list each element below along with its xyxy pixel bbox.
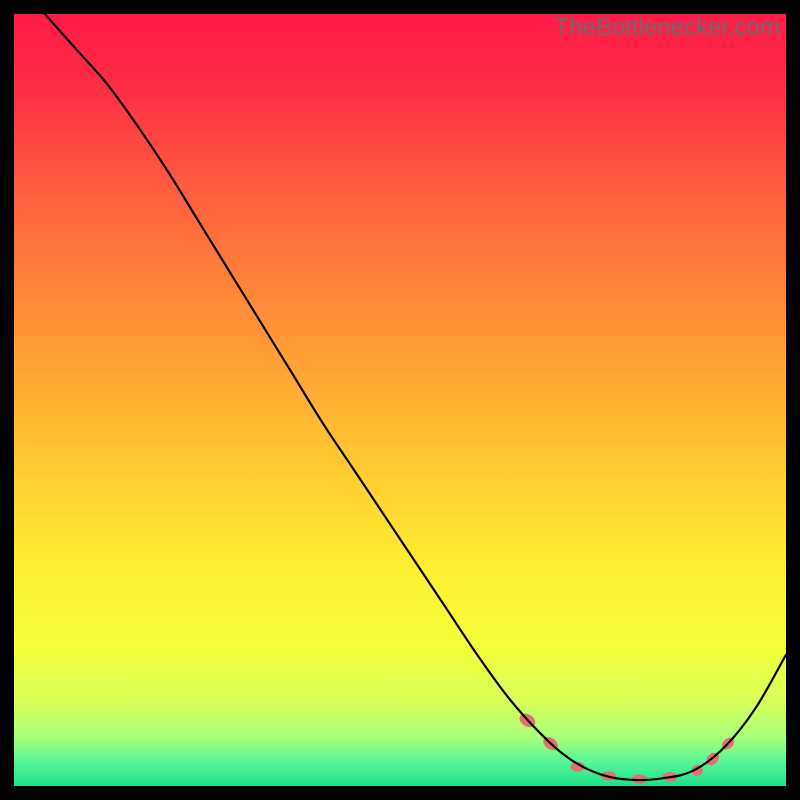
bottleneck-chart	[14, 14, 786, 786]
chart-background	[14, 14, 786, 786]
chart-frame: TheBottlenecker.com	[14, 14, 786, 786]
watermark-label: TheBottlenecker.com	[555, 14, 780, 42]
